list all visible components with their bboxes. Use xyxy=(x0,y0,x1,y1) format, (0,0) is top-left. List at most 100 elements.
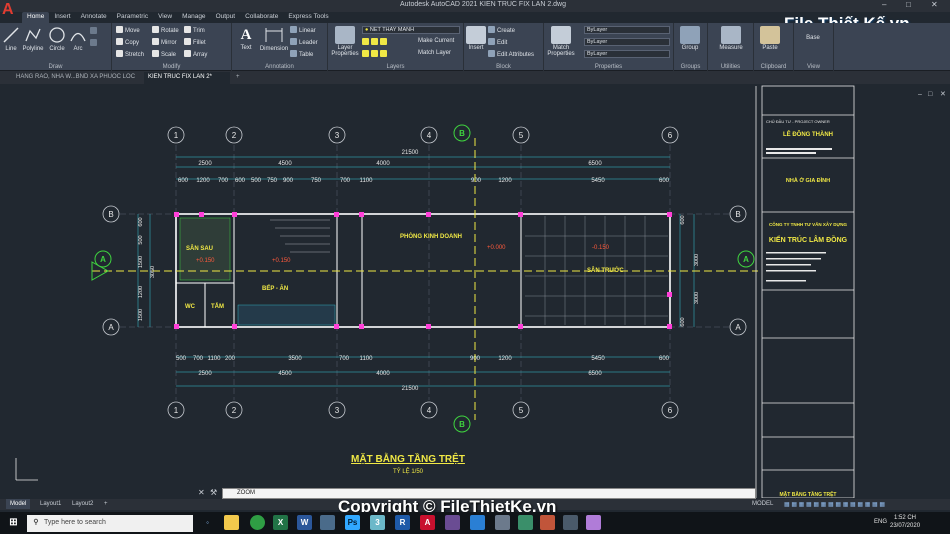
tab-layout1[interactable]: Layout1 xyxy=(36,499,65,509)
fillet-button[interactable]: Fillet xyxy=(184,38,206,46)
viewport-restore-icon: □ xyxy=(928,91,933,98)
group-button[interactable]: Group xyxy=(676,26,704,51)
tab-home[interactable]: Home xyxy=(22,12,50,23)
lineweight-dropdown[interactable]: ByLayer xyxy=(584,50,670,58)
app-icon-f[interactable] xyxy=(540,515,555,530)
tab-manage[interactable]: Manage xyxy=(177,12,211,23)
stretch-button[interactable]: Stretch xyxy=(116,50,144,58)
edit-attributes-button[interactable]: Edit Attributes xyxy=(488,50,534,58)
doc-tab-hang-rao[interactable]: HANG RAO, NHA W...BND XA PHUOC LOC xyxy=(12,72,142,84)
edit-button[interactable]: Edit xyxy=(488,38,507,46)
mirror-button[interactable]: Mirror xyxy=(152,38,177,46)
app-icon-a[interactable] xyxy=(320,515,335,530)
color-dropdown[interactable]: ByLayer xyxy=(584,26,670,34)
dim-sub-6: 750 xyxy=(267,178,278,184)
layer-properties-button[interactable]: Layer Properties xyxy=(331,26,359,57)
tab-parametric[interactable]: Parametric xyxy=(112,12,153,23)
command-wrench-icon[interactable]: ⚒ xyxy=(210,488,217,497)
linetype-dropdown[interactable]: ByLayer xyxy=(584,38,670,46)
file-explorer-icon[interactable] xyxy=(224,515,239,530)
dim-sub-3: 700 xyxy=(218,178,229,184)
arc-button[interactable]: Arc xyxy=(69,26,87,52)
autocad-taskbar-icon[interactable]: A xyxy=(420,515,435,530)
axis-label-5b: 5 xyxy=(519,406,524,415)
taskbar-clock[interactable]: 1:52 CH 23/07/2020 xyxy=(890,514,920,530)
command-close-icon[interactable]: ✕ xyxy=(198,488,205,497)
move-button[interactable]: Move xyxy=(116,26,140,34)
copy-button[interactable]: Copy xyxy=(116,38,139,46)
table-button[interactable]: Table xyxy=(290,50,313,58)
base-button[interactable]: Base xyxy=(798,35,828,41)
tab-annotate[interactable]: Annotate xyxy=(76,12,112,23)
text-button[interactable]: A Text xyxy=(236,26,256,51)
match-properties-button[interactable]: Match Properties xyxy=(546,26,576,57)
drawing-canvas[interactable]: 1 2 3 4 5 6 1 2 3 4 5 6 B A B A 21500 25… xyxy=(0,84,950,499)
language-indicator[interactable]: ENG xyxy=(874,519,887,525)
dimension-button[interactable]: Dimension xyxy=(259,26,289,52)
axis-label-a-left: A xyxy=(108,323,114,332)
trim-button[interactable]: Trim xyxy=(184,26,205,34)
leader-button[interactable]: Leader xyxy=(290,38,318,46)
text-icon: A xyxy=(240,27,252,43)
maximize-icon[interactable]: □ xyxy=(906,0,911,9)
add-layout-button[interactable]: + xyxy=(100,499,112,509)
layer-tools-row1[interactable] xyxy=(362,38,389,46)
array-button[interactable]: Array xyxy=(184,50,207,58)
tab-layout2[interactable]: Layout2 xyxy=(68,499,97,509)
move-icon xyxy=(116,26,123,33)
insert-button[interactable]: Insert xyxy=(466,26,486,51)
tab-insert[interactable]: Insert xyxy=(49,12,75,23)
dim-top-1: 2500 xyxy=(198,161,212,167)
status-model[interactable]: MODEL xyxy=(748,499,777,509)
match-layer-button[interactable]: Match Layer xyxy=(418,50,451,56)
app-icon-c[interactable] xyxy=(470,515,485,530)
polyline-button[interactable]: Polyline xyxy=(21,26,45,52)
linear-button[interactable]: Linear xyxy=(290,26,316,34)
measure-icon xyxy=(721,26,741,44)
new-tab-button[interactable]: + xyxy=(232,72,246,84)
panel-title-modify: Modify xyxy=(162,64,181,70)
draw-tools-b[interactable] xyxy=(90,39,99,47)
app-icon-h[interactable] xyxy=(586,515,601,530)
paste-button[interactable]: Paste xyxy=(758,26,782,51)
revit-icon[interactable]: R xyxy=(395,515,410,530)
status-grid-icon[interactable]: ▦ ▦ ▦ ▦ ▦ ▦ ▦ ▦ ▦ ▦ ▦ ▦ ▦ ▦ xyxy=(780,499,889,510)
minimize-icon[interactable]: – xyxy=(882,0,886,9)
tab-model[interactable]: Model xyxy=(6,499,31,509)
layer-tools-row2[interactable] xyxy=(362,50,389,58)
taskbar-search-input[interactable]: Type here to search xyxy=(27,515,193,532)
circle-button[interactable]: Circle xyxy=(47,26,67,52)
layer-dropdown[interactable]: ● NET THAY MANH xyxy=(362,26,460,34)
word-icon[interactable]: W xyxy=(297,515,312,530)
create-button[interactable]: Create xyxy=(488,26,515,34)
panel-layers: Layer Properties ● NET THAY MANH Make Cu… xyxy=(328,23,464,71)
make-current-button[interactable]: Make Current xyxy=(418,38,454,44)
panel-modify: Move Rotate Trim Copy Mirror Fillet Stre… xyxy=(112,23,232,71)
title-block-lines xyxy=(766,148,832,282)
app-icon-g[interactable] xyxy=(563,515,578,530)
scale-button[interactable]: Scale xyxy=(152,50,176,58)
3dsmax-icon[interactable]: 3 xyxy=(370,515,385,530)
side-left-3: 1500 xyxy=(138,256,144,268)
dim-sub-7: 900 xyxy=(283,178,294,184)
photoshop-icon[interactable]: Ps xyxy=(345,515,360,530)
windows-start-icon[interactable]: ⊞ xyxy=(6,515,21,530)
tab-express-tools[interactable]: Express Tools xyxy=(283,12,333,23)
tab-collaborate[interactable]: Collaborate xyxy=(240,12,283,23)
autocad-logo[interactable]: A xyxy=(2,1,20,23)
line-button[interactable]: Line xyxy=(2,26,20,52)
close-icon[interactable]: ✕ xyxy=(931,0,938,9)
app-icon-d[interactable] xyxy=(495,515,510,530)
chrome-icon[interactable] xyxy=(250,515,265,530)
tab-output[interactable]: Output xyxy=(211,12,241,23)
rotate-button[interactable]: Rotate xyxy=(152,26,179,34)
task-view-icon[interactable]: ◦ xyxy=(200,515,215,530)
dim-top-4: 6500 xyxy=(588,161,602,167)
doc-tab-kien-truc[interactable]: KIEN TRUC FIX LAN 2* xyxy=(144,72,230,84)
draw-tools-a[interactable] xyxy=(90,27,99,35)
excel-icon[interactable]: X xyxy=(273,515,288,530)
measure-button[interactable]: Measure xyxy=(712,26,750,51)
app-icon-b[interactable] xyxy=(445,515,460,530)
app-icon-e[interactable] xyxy=(518,515,533,530)
tab-view[interactable]: View xyxy=(153,12,177,23)
